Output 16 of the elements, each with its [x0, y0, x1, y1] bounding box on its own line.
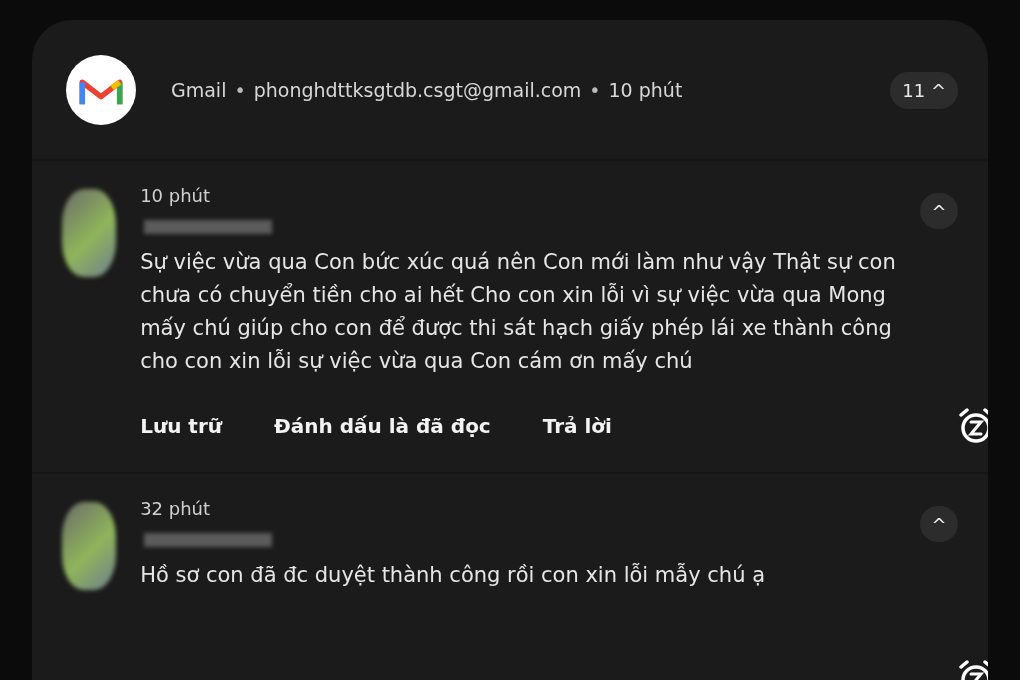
account-email: phonghdttksgtdb.csgt@gmail.com — [253, 79, 582, 101]
message-text: Hồ sơ con đã đc duyệt thành công rồi con xin lỗi mẫy chú ạ — [140, 562, 766, 589]
separator-dot: • — [234, 79, 246, 101]
action-button[interactable]: Đánh dấu là đã đọc — [274, 414, 491, 438]
app-name: Gmail — [171, 79, 227, 101]
message-time: 32 phút — [140, 498, 212, 519]
action-button[interactable]: Trả lời — [542, 414, 612, 438]
collapse-button[interactable]: ^ — [920, 506, 958, 542]
snooze-alarm-icon[interactable] — [956, 406, 988, 446]
action-button[interactable]: Lưu trữ — [140, 414, 222, 438]
expand-count-button[interactable]: 11 ^ — [890, 71, 958, 109]
message-text: Sự việc vừa qua Con bức xúc quá nên Con mới làm như vậy Thật sự con chưa có chuyển tiền cho ai hết Cho con xin lỗi vì sự việc vừa qua Mong mấy chú giúp cho con để được thi sát hạch giấy phép lái xe thành công cho con xin lỗi sự việc vừa qua Con cám ơn mấy chú — [140, 249, 897, 375]
message-time: 10 phút — [140, 185, 212, 206]
separator-dot: • — [589, 79, 601, 101]
notification-time: 10 phút — [608, 79, 683, 101]
collapse-button[interactable]: ^ — [920, 193, 958, 229]
